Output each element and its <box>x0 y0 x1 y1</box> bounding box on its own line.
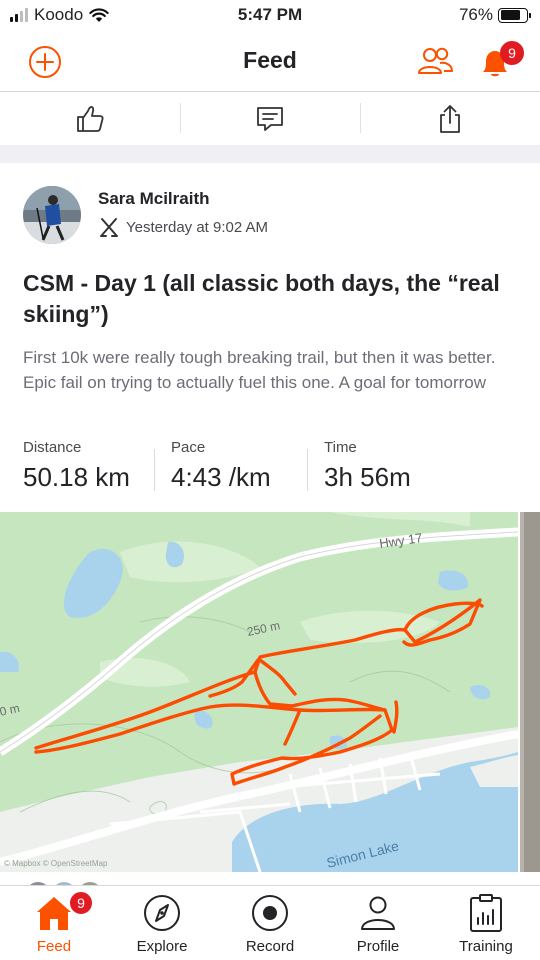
tab-profile[interactable]: Profile <box>324 886 432 960</box>
status-bar: Koodo 5:47 PM 76% <box>0 0 540 32</box>
compass-icon <box>144 895 180 931</box>
tab-explore[interactable]: Explore <box>108 886 216 960</box>
tab-label: Explore <box>136 938 188 955</box>
training-log-icon <box>470 894 502 932</box>
find-friends-icon[interactable] <box>416 46 454 76</box>
stat-pace: Pace 4:43 /km <box>171 439 271 493</box>
next-photo-peek[interactable] <box>520 512 540 872</box>
activity-meta: Yesterday at 9:02 AM <box>98 216 268 238</box>
comment-button[interactable] <box>180 93 360 145</box>
battery-icon <box>498 7 531 23</box>
tab-record[interactable]: Record <box>216 886 324 960</box>
share-icon <box>440 105 460 133</box>
tab-label: Training <box>459 938 513 955</box>
author-name[interactable]: Sara Mcilraith <box>98 189 210 209</box>
stat-time: Time 3h 56m <box>324 439 411 493</box>
tab-label: Feed <box>36 938 72 955</box>
tab-feed[interactable]: 9 Feed <box>0 886 108 960</box>
stat-divider <box>307 449 308 491</box>
activity-timestamp: Yesterday at 9:02 AM <box>126 218 269 236</box>
tab-label: Profile <box>356 938 400 955</box>
stat-value: 3h 56m <box>324 462 411 492</box>
share-button[interactable] <box>360 93 540 145</box>
stat-label: Time <box>324 439 357 456</box>
stat-distance: Distance 50.18 km <box>23 439 130 493</box>
stat-value: 4:43 /km <box>171 462 271 492</box>
notification-badge: 9 <box>500 41 524 65</box>
status-right: 76% <box>458 5 531 25</box>
nordic-ski-icon <box>100 218 118 237</box>
stat-value: 50.18 km <box>23 462 130 492</box>
stat-label: Distance <box>23 439 82 456</box>
record-icon <box>252 895 288 931</box>
author-avatar[interactable] <box>23 186 81 244</box>
thumbs-up-icon <box>77 106 104 132</box>
map-attribution: © Mapbox © OpenStreetMap <box>4 859 108 868</box>
comment-icon <box>257 107 283 131</box>
stat-divider <box>154 449 155 491</box>
battery-percent: 76% <box>458 5 493 24</box>
kudos-button[interactable] <box>0 93 180 145</box>
activity-description: First 10k were really tough breaking tra… <box>23 348 496 392</box>
tab-label: Record <box>245 938 295 955</box>
profile-icon <box>361 896 395 930</box>
card-separator <box>0 145 540 163</box>
route-map[interactable]: Hwy 17 250 m 50 m Simon Lake © Mapbox © … <box>0 512 518 872</box>
stat-label: Pace <box>171 439 206 456</box>
activity-title[interactable]: CSM - Day 1 (all classic both days, the … <box>23 268 503 330</box>
feed-header: Feed 9 <box>0 32 540 92</box>
feed-badge: 9 <box>68 890 94 916</box>
tab-training[interactable]: Training <box>432 886 540 960</box>
previous-card-actions <box>0 93 540 145</box>
page-title: Feed <box>243 47 297 73</box>
tab-bar: 9 Feed Explore Record Profile Training <box>0 885 540 960</box>
